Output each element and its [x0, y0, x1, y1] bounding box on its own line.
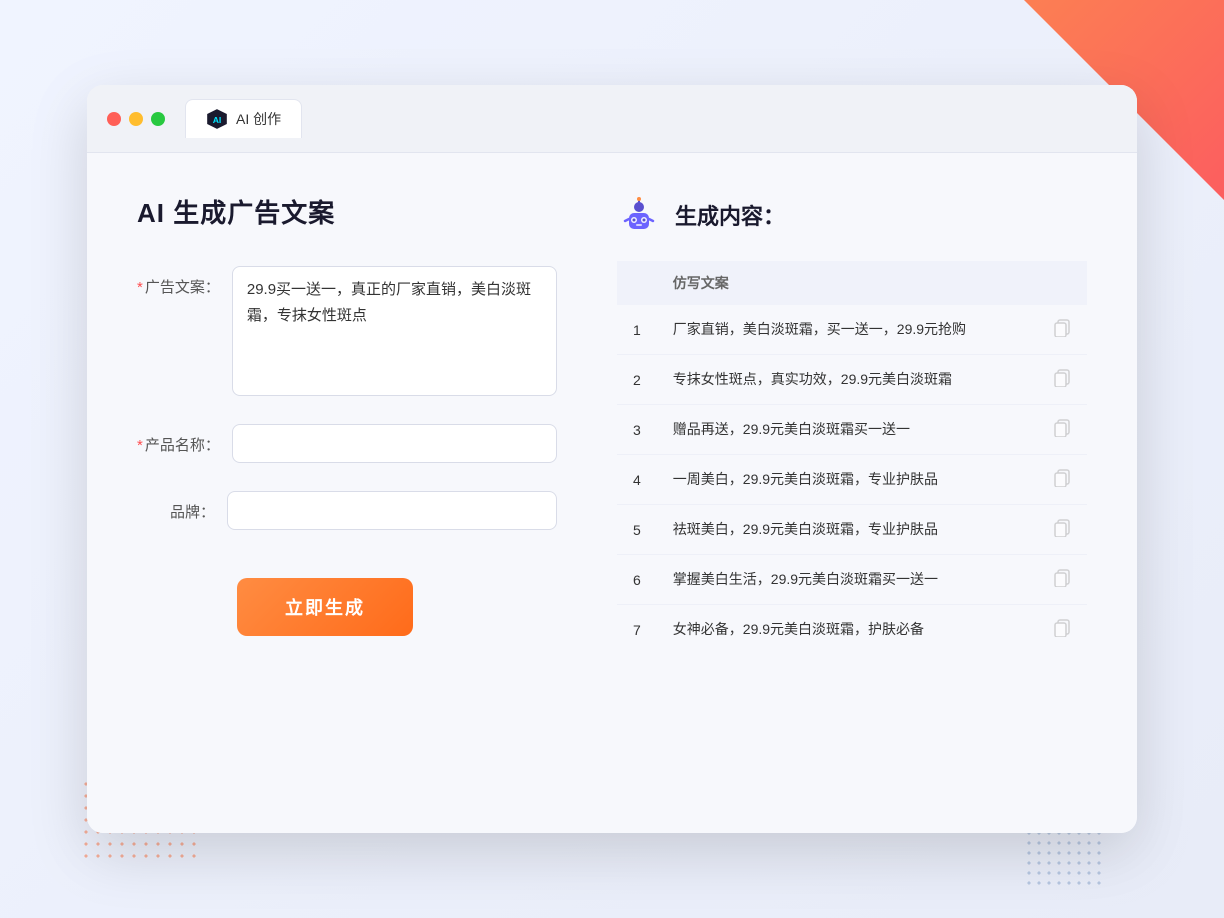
ad-copy-textarea[interactable]: 29.9买一送一，真正的厂家直销，美白淡斑霜，专抹女性斑点 [232, 266, 557, 396]
result-header: 生成内容： [617, 193, 1087, 237]
page-title: AI 生成广告文案 [137, 193, 557, 230]
copy-icon [1053, 369, 1071, 387]
row-number: 2 [617, 355, 657, 405]
required-star-product: * [137, 437, 143, 454]
copy-icon [1053, 569, 1071, 587]
row-number: 5 [617, 505, 657, 555]
row-number: 7 [617, 605, 657, 655]
row-text: 一周美白，29.9元美白淡斑霜，专业护肤品 [657, 455, 1037, 505]
copy-icon [1053, 319, 1071, 337]
table-row: 3赠品再送，29.9元美白淡斑霜买一送一 [617, 405, 1087, 455]
copy-icon [1053, 469, 1071, 487]
table-row: 2专抹女性斑点，真实功效，29.9元美白淡斑霜 [617, 355, 1087, 405]
table-row: 6掌握美白生活，29.9元美白淡斑霜买一送一 [617, 555, 1087, 605]
copy-button[interactable] [1037, 405, 1087, 455]
result-table: 仿写文案 1厂家直销，美白淡斑霜，买一送一，29.9元抢购 2专抹女性斑点，真实… [617, 261, 1087, 654]
result-title: 生成内容： [675, 199, 785, 231]
brand-label: 品牌： [137, 491, 227, 522]
row-text: 专抹女性斑点，真实功效，29.9元美白淡斑霜 [657, 355, 1037, 405]
minimize-button[interactable] [129, 112, 143, 126]
svg-text:AI: AI [213, 115, 222, 125]
copy-button[interactable] [1037, 355, 1087, 405]
copy-icon [1053, 519, 1071, 537]
copy-button[interactable] [1037, 305, 1087, 355]
row-text: 掌握美白生活，29.9元美白淡斑霜买一送一 [657, 555, 1037, 605]
row-text: 赠品再送，29.9元美白淡斑霜买一送一 [657, 405, 1037, 455]
ad-copy-label: *广告文案： [137, 266, 232, 297]
brand-group: 品牌： 好白 [137, 491, 557, 530]
table-row: 4一周美白，29.9元美白淡斑霜，专业护肤品 [617, 455, 1087, 505]
row-number: 6 [617, 555, 657, 605]
browser-window: AI AI 创作 AI 生成广告文案 *广告文案： 29.9买一送一，真正的厂家… [87, 85, 1137, 833]
table-row: 5祛斑美白，29.9元美白淡斑霜，专业护肤品 [617, 505, 1087, 555]
traffic-lights [107, 112, 165, 126]
bg-dots-right [1024, 828, 1104, 888]
row-text: 厂家直销，美白淡斑霜，买一送一，29.9元抢购 [657, 305, 1037, 355]
tab-label: AI 创作 [236, 109, 281, 129]
main-content: AI 生成广告文案 *广告文案： 29.9买一送一，真正的厂家直销，美白淡斑霜，… [87, 153, 1137, 833]
table-row: 1厂家直销，美白淡斑霜，买一送一，29.9元抢购 [617, 305, 1087, 355]
copy-button[interactable] [1037, 505, 1087, 555]
product-name-group: *产品名称： 美白淡斑霜 [137, 424, 557, 463]
result-table-header: 仿写文案 [617, 261, 1087, 305]
maximize-button[interactable] [151, 112, 165, 126]
table-row: 7女神必备，29.9元美白淡斑霜，护肤必备 [617, 605, 1087, 655]
copy-button[interactable] [1037, 605, 1087, 655]
ai-tab-icon: AI [206, 108, 228, 130]
product-name-input[interactable]: 美白淡斑霜 [232, 424, 557, 463]
required-star-ad: * [137, 279, 143, 296]
close-button[interactable] [107, 112, 121, 126]
right-panel: 生成内容： 仿写文案 1厂家直销，美白淡斑霜，买一送一，29.9元抢购 2专抹女… [617, 193, 1087, 793]
brand-input[interactable]: 好白 [227, 491, 557, 530]
row-number: 4 [617, 455, 657, 505]
col-copy-btn [1037, 261, 1087, 305]
copy-button[interactable] [1037, 455, 1087, 505]
result-body: 1厂家直销，美白淡斑霜，买一送一，29.9元抢购 2专抹女性斑点，真实功效，29… [617, 305, 1087, 654]
row-text: 女神必备，29.9元美白淡斑霜，护肤必备 [657, 605, 1037, 655]
title-bar: AI AI 创作 [87, 85, 1137, 153]
row-number: 1 [617, 305, 657, 355]
generate-button[interactable]: 立即生成 [237, 578, 413, 636]
col-copy-label: 仿写文案 [657, 261, 1037, 305]
copy-button[interactable] [1037, 555, 1087, 605]
row-text: 祛斑美白，29.9元美白淡斑霜，专业护肤品 [657, 505, 1037, 555]
tab-ai-creation[interactable]: AI AI 创作 [185, 99, 302, 138]
left-panel: AI 生成广告文案 *广告文案： 29.9买一送一，真正的厂家直销，美白淡斑霜，… [137, 193, 557, 793]
ad-copy-group: *广告文案： 29.9买一送一，真正的厂家直销，美白淡斑霜，专抹女性斑点 [137, 266, 557, 396]
robot-icon [617, 193, 661, 237]
row-number: 3 [617, 405, 657, 455]
copy-icon [1053, 419, 1071, 437]
product-name-label: *产品名称： [137, 424, 232, 455]
copy-icon [1053, 619, 1071, 637]
col-num [617, 261, 657, 305]
